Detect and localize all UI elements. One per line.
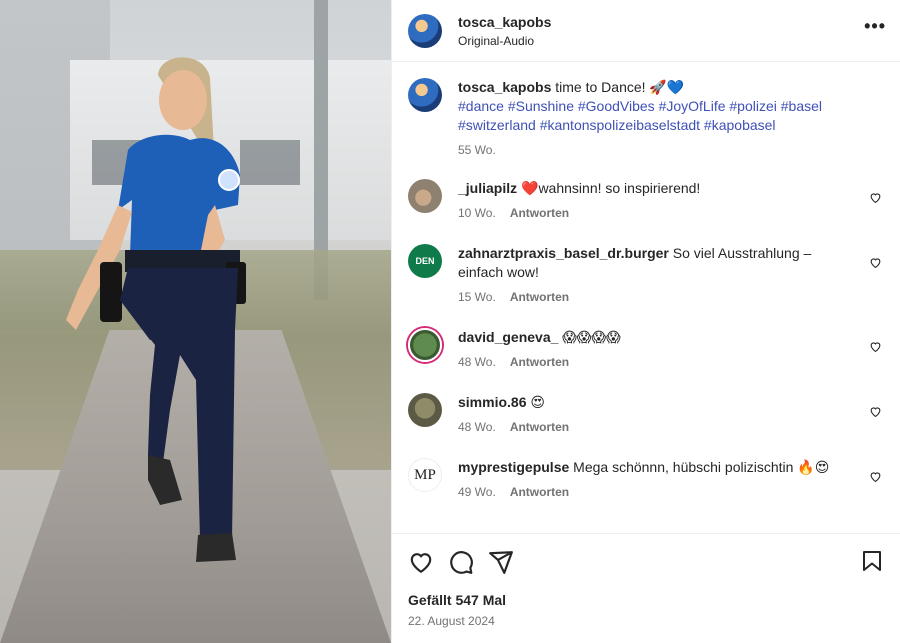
caption-username[interactable]: tosca_kapobs	[458, 79, 551, 95]
heart-icon[interactable]	[869, 470, 882, 483]
share-icon[interactable]	[488, 549, 514, 575]
police-officer-figure	[66, 57, 246, 562]
comment-item: simmio.86 😍 48 Wo. Antworten	[408, 393, 884, 434]
heart-icon[interactable]	[869, 191, 882, 204]
comment-text: 😍	[530, 394, 545, 410]
avatar[interactable]	[408, 13, 442, 48]
comment-username[interactable]: david_geneva_	[458, 329, 558, 345]
comment-username[interactable]: _juliapilz	[458, 180, 517, 196]
comment-age: 15 Wo.	[458, 290, 496, 304]
comment-item: david_geneva_ 😱😱😱😱 48 Wo. Antworten	[408, 328, 884, 369]
comment-age: 10 Wo.	[458, 206, 496, 220]
comment-username[interactable]: simmio.86	[458, 394, 526, 410]
reply-button[interactable]: Antworten	[510, 485, 569, 499]
comments-list[interactable]: tosca_kapobs time to Dance! 🚀💙 #dance #S…	[392, 62, 900, 533]
post-media[interactable]	[0, 0, 391, 643]
comment-age: 48 Wo.	[458, 355, 496, 369]
post-date: 22. August 2024	[408, 614, 495, 628]
avatar[interactable]: MP	[408, 458, 442, 492]
avatar[interactable]: DEN	[408, 244, 442, 278]
heart-icon[interactable]	[408, 549, 434, 575]
comment-icon[interactable]	[448, 549, 474, 575]
avatar[interactable]	[408, 78, 442, 112]
comment-item: DEN zahnarztpraxis_basel_dr.burger So vi…	[408, 244, 884, 304]
more-icon[interactable]: •••	[864, 16, 886, 37]
comment-age: 49 Wo.	[458, 485, 496, 499]
audio-label[interactable]: Original-Audio	[458, 34, 551, 48]
heart-icon[interactable]	[869, 405, 882, 418]
reply-button[interactable]: Antworten	[510, 290, 569, 304]
avatar[interactable]	[408, 179, 442, 213]
comment-username[interactable]: myprestigepulse	[458, 459, 569, 475]
comment-item: _juliapilz ❤️wahnsinn! so inspirierend! …	[408, 179, 884, 220]
post-author-username[interactable]: tosca_kapobs	[458, 14, 551, 30]
comment-item: MP myprestigepulse Mega schönnn, hübschi…	[408, 458, 884, 499]
comment-username[interactable]: zahnarztpraxis_basel_dr.burger	[458, 245, 669, 261]
caption-age: 55 Wo.	[458, 143, 496, 157]
avatar[interactable]	[408, 393, 442, 427]
bookmark-icon[interactable]	[860, 548, 884, 574]
heart-icon[interactable]	[869, 256, 882, 269]
like-count[interactable]: Gefällt 547 Mal	[408, 592, 884, 608]
comment-text: Mega schönnn, hübschi polizischtin 🔥😍	[573, 459, 830, 475]
caption-hashtags[interactable]: #switzerland #kantonspolizeibaselstadt #…	[458, 116, 850, 135]
post-header: tosca_kapobs Original-Audio •••	[392, 0, 900, 62]
reply-button[interactable]: Antworten	[510, 355, 569, 369]
post-actions: Gefällt 547 Mal 22. August 2024	[392, 533, 900, 643]
comment-age: 48 Wo.	[458, 420, 496, 434]
comment-text: 😱😱😱😱	[562, 329, 621, 345]
caption-text: time to Dance! 🚀💙	[555, 79, 685, 95]
avatar[interactable]	[408, 328, 442, 362]
post-caption: tosca_kapobs time to Dance! 🚀💙 #dance #S…	[408, 78, 884, 157]
post-side-panel: tosca_kapobs Original-Audio ••• tosca_ka…	[391, 0, 900, 643]
heart-icon[interactable]	[869, 340, 882, 353]
comment-text: ❤️wahnsinn! so inspirierend!	[521, 180, 701, 196]
reply-button[interactable]: Antworten	[510, 420, 569, 434]
caption-hashtags[interactable]: #dance #Sunshine #GoodVibes #JoyOfLife #…	[458, 97, 850, 116]
reply-button[interactable]: Antworten	[510, 206, 569, 220]
